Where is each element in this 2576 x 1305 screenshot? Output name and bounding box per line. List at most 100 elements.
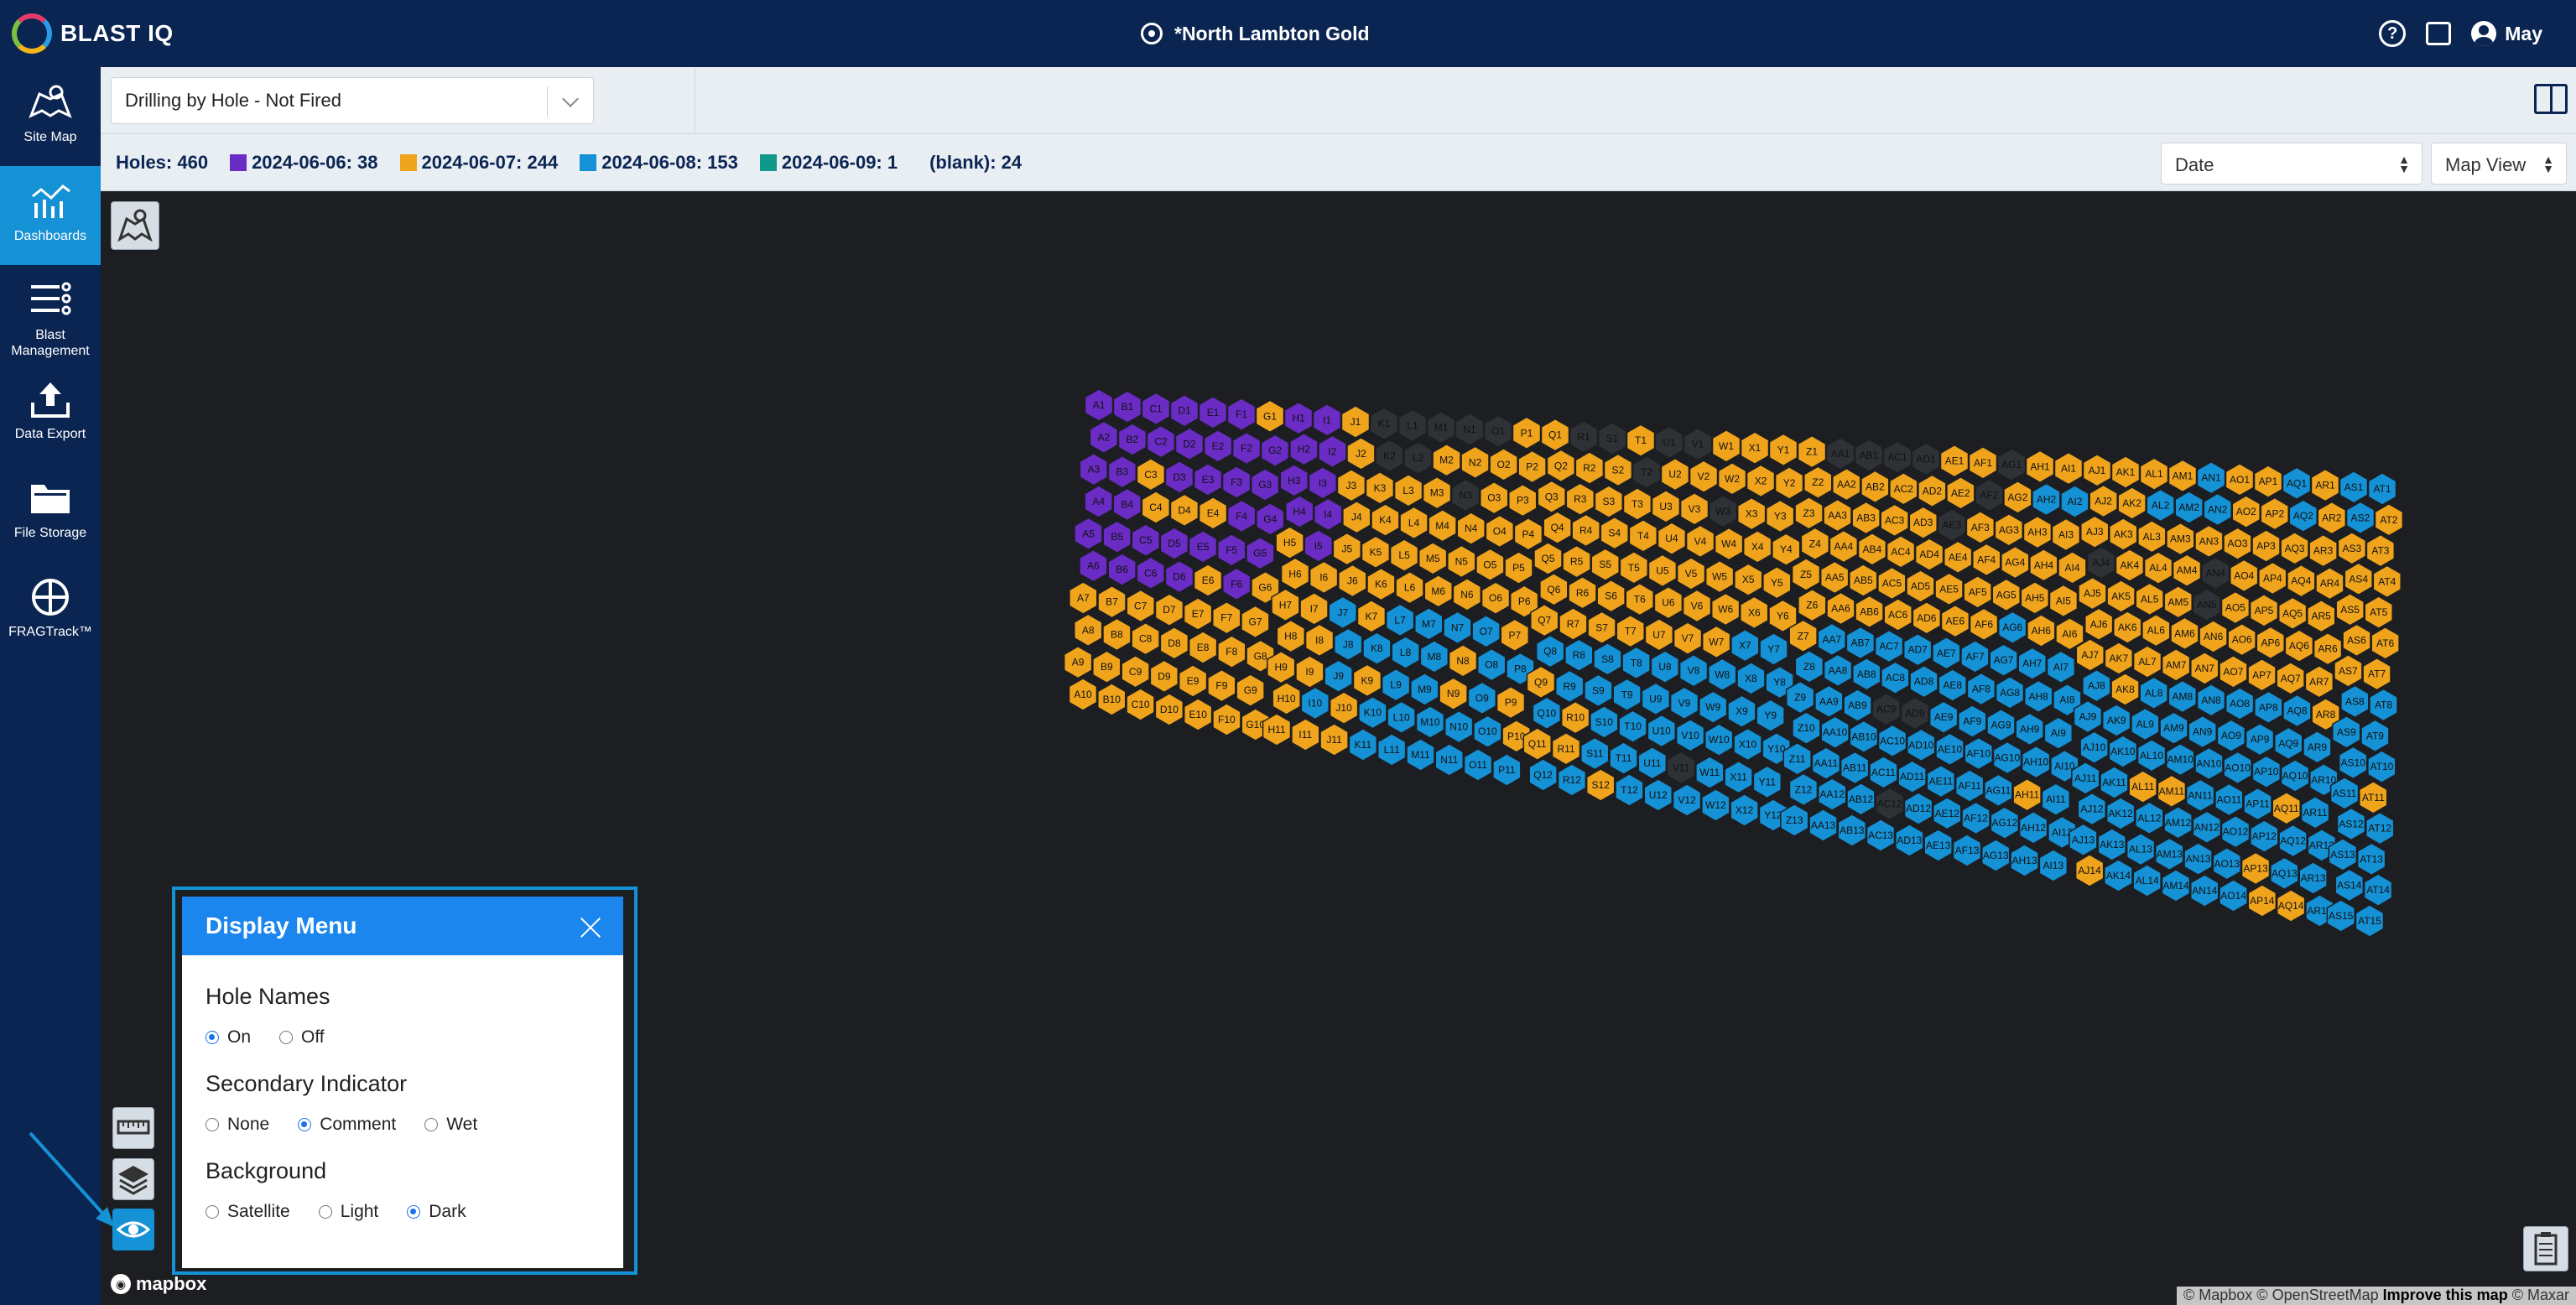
blast-hole[interactable]: AH12 xyxy=(2018,811,2048,845)
blast-hole[interactable]: AE5 xyxy=(1934,572,1964,606)
blast-hole[interactable]: A6 xyxy=(1079,549,1108,583)
blast-hole[interactable]: B8 xyxy=(1102,617,1132,652)
blast-hole[interactable]: Q4 xyxy=(1543,511,1572,544)
blast-hole[interactable]: O9 xyxy=(1467,681,1497,715)
blast-hole[interactable]: W12 xyxy=(1701,788,1730,822)
blast-hole[interactable]: AD10 xyxy=(1907,728,1936,762)
close-icon[interactable] xyxy=(580,917,601,938)
blast-hole[interactable]: Q1 xyxy=(1540,418,1570,452)
blast-hole[interactable]: G9 xyxy=(1236,673,1265,707)
blast-hole[interactable]: H8 xyxy=(1276,619,1306,653)
blast-hole[interactable]: I2 xyxy=(1318,434,1347,469)
blast-hole[interactable]: AM4 xyxy=(2172,554,2202,588)
blast-hole[interactable]: AM11 xyxy=(2157,774,2187,808)
blast-hole[interactable]: B9 xyxy=(1092,650,1121,684)
blast-hole[interactable]: AP14 xyxy=(2247,884,2277,918)
blast-hole[interactable]: AC12 xyxy=(1875,787,1904,821)
blast-hole[interactable]: AK12 xyxy=(2105,797,2136,830)
blast-hole[interactable]: AB2 xyxy=(1860,470,1890,504)
blast-hole[interactable]: AS3 xyxy=(2337,531,2367,565)
blast-hole[interactable]: AA3 xyxy=(1823,498,1852,533)
blast-hole[interactable]: M8 xyxy=(1419,640,1449,673)
blast-hole[interactable]: F10 xyxy=(1212,703,1241,736)
sidebar-item-site-map[interactable]: Site Map xyxy=(0,67,101,166)
blast-hole[interactable]: AG3 xyxy=(1994,512,2024,547)
blast-hole[interactable]: C1 xyxy=(1141,392,1171,426)
blast-hole[interactable]: W9 xyxy=(1699,690,1728,725)
blast-hole[interactable]: F9 xyxy=(1207,668,1236,703)
blast-hole[interactable]: E3 xyxy=(1193,463,1223,497)
blast-hole[interactable]: T4 xyxy=(1628,519,1658,553)
blast-hole[interactable]: AH4 xyxy=(2029,548,2058,582)
blast-hole[interactable]: B5 xyxy=(1102,520,1132,554)
blast-hole[interactable]: AQ5 xyxy=(2277,596,2308,631)
blast-hole[interactable]: AH7 xyxy=(2017,647,2047,681)
blast-hole[interactable]: AL14 xyxy=(2132,864,2162,897)
blast-hole[interactable]: F7 xyxy=(1212,601,1241,635)
blast-hole[interactable]: S10 xyxy=(1590,705,1619,739)
blast-hole[interactable]: AO8 xyxy=(2225,687,2255,720)
blast-hole[interactable]: AC2 xyxy=(1889,471,1918,506)
blast-hole[interactable]: G3 xyxy=(1250,468,1280,502)
blast-hole[interactable]: V8 xyxy=(1678,653,1709,688)
blast-hole[interactable]: X4 xyxy=(1742,530,1772,564)
blast-hole[interactable]: D5 xyxy=(1159,527,1189,560)
blast-hole[interactable]: AC7 xyxy=(1874,629,1904,663)
blast-hole[interactable]: AP9 xyxy=(2245,722,2275,756)
blast-hole[interactable]: T1 xyxy=(1626,424,1656,458)
blast-hole[interactable]: AD13 xyxy=(1895,824,1924,857)
blast-hole[interactable]: AG4 xyxy=(2001,545,2030,580)
blast-hole[interactable]: B3 xyxy=(1107,455,1137,489)
blast-hole[interactable]: R6 xyxy=(1568,575,1597,610)
blast-hole[interactable]: L6 xyxy=(1395,570,1424,605)
blast-hole[interactable]: AG12 xyxy=(1990,806,2020,840)
blast-hole[interactable]: AC13 xyxy=(1866,819,1896,852)
blast-hole[interactable]: AH10 xyxy=(2021,745,2051,779)
blast-hole[interactable]: AK5 xyxy=(2106,580,2136,613)
blast-hole[interactable]: S9 xyxy=(1584,673,1613,708)
blast-hole[interactable]: W2 xyxy=(1717,461,1747,496)
blast-hole[interactable]: AS5 xyxy=(2335,592,2365,627)
blast-hole[interactable]: AF9 xyxy=(1958,704,1987,738)
blast-hole[interactable]: V9 xyxy=(1669,686,1699,720)
blast-hole[interactable]: M9 xyxy=(1410,673,1439,706)
blast-hole[interactable]: W4 xyxy=(1714,527,1744,561)
blast-hole[interactable]: AN12 xyxy=(2192,810,2222,845)
blast-hole[interactable]: AA12 xyxy=(1818,777,1847,811)
blast-hole[interactable]: F1 xyxy=(1226,398,1257,431)
view-select[interactable]: Map View ▲ ▼ xyxy=(2431,143,2567,185)
blast-hole[interactable]: L2 xyxy=(1403,441,1433,475)
blast-hole[interactable]: C2 xyxy=(1146,424,1176,459)
blast-hole[interactable]: O6 xyxy=(1481,581,1511,615)
blast-hole[interactable]: AK1 xyxy=(2110,455,2141,489)
blast-hole[interactable]: V4 xyxy=(1685,524,1715,559)
blast-hole[interactable]: X12 xyxy=(1730,793,1759,827)
blast-hole[interactable]: AH2 xyxy=(2032,482,2061,517)
sidebar-item-dashboards[interactable]: Dashboards xyxy=(0,166,101,265)
blast-hole[interactable]: R9 xyxy=(1555,669,1585,704)
blast-hole[interactable]: Q12 xyxy=(1528,758,1558,792)
blast-hole[interactable]: AR4 xyxy=(2315,566,2344,601)
blast-hole[interactable]: AR3 xyxy=(2308,533,2338,568)
blast-hole[interactable]: AO2 xyxy=(2231,495,2261,528)
blast-hole[interactable]: M1 xyxy=(1426,410,1456,445)
blast-hole[interactable]: AB6 xyxy=(1855,595,1884,629)
blast-hole[interactable]: D7 xyxy=(1154,593,1184,627)
map-style-button[interactable] xyxy=(111,201,159,250)
blast-hole[interactable]: S6 xyxy=(1596,579,1626,613)
blast-hole[interactable]: AN11 xyxy=(2185,778,2215,813)
blast-hole[interactable]: J4 xyxy=(1342,500,1371,534)
blast-hole[interactable]: U2 xyxy=(1660,457,1690,491)
blast-hole[interactable]: AC3 xyxy=(1880,503,1909,538)
blast-hole[interactable]: AF12 xyxy=(1961,801,1991,835)
blast-hole[interactable]: AM5 xyxy=(2163,585,2193,619)
blast-hole[interactable]: AE7 xyxy=(1932,636,1961,670)
blast-hole[interactable]: I9 xyxy=(1295,655,1324,689)
blast-hole[interactable]: I5 xyxy=(1304,529,1333,563)
blast-hole[interactable]: AA9 xyxy=(1814,684,1844,719)
blast-hole[interactable]: AP6 xyxy=(2256,626,2285,660)
blast-hole[interactable]: E7 xyxy=(1183,597,1213,631)
blast-hole[interactable]: AK10 xyxy=(2108,735,2138,768)
blast-hole[interactable]: U4 xyxy=(1657,522,1687,555)
blast-hole[interactable]: A5 xyxy=(1074,517,1103,551)
